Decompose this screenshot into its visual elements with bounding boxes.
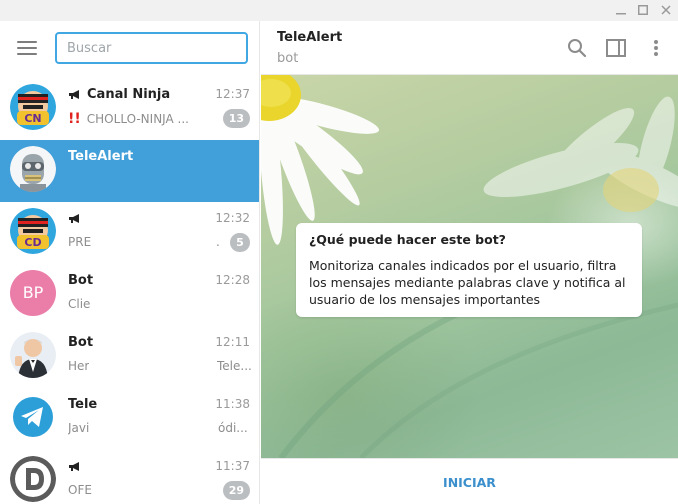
chat-preview: Javi [68,421,90,435]
chat-item-channel-d[interactable]: 11:37 OFE 29 [0,450,259,504]
more-options-icon[interactable] [645,37,667,59]
unread-badge: 5 [230,233,250,252]
megaphone-icon [69,90,79,99]
chat-time: 12:37 [215,87,250,101]
chat-time: 12:11 [215,335,250,349]
chat-name: Bot [68,335,94,350]
search-input[interactable] [55,32,248,64]
telegram-icon [10,394,56,440]
side-panel-icon[interactable] [605,37,627,59]
chat-item-telealert[interactable]: TeleAlert [0,140,259,202]
chat-item-bot-butler[interactable]: Bot 12:11 Her Tele... [0,326,259,388]
search-icon[interactable] [566,37,588,59]
svg-text:CD: CD [24,236,41,249]
chat-preview-end: ódi... [218,421,248,435]
chat-name: Tele [68,397,98,412]
chat-preview-end: Tele... [217,359,252,373]
chat-preview: Her [68,359,90,373]
chat-item-canal-ninja[interactable]: CN Canal Ninja 12:37 !! CHOLLO-NINJA ... … [0,78,259,140]
avatar [10,456,56,502]
chat-name: TeleAlert [68,149,134,164]
chat-panel: TeleAlert bot ¿Qué puede hacer este bot?… [261,21,678,504]
megaphone-icon [69,214,79,223]
chat-preview-end: . [216,235,220,249]
avatar [10,146,56,192]
bottom-bar: INICIAR [261,458,678,504]
megaphone-icon [69,462,79,471]
chat-name [68,211,87,226]
chat-item-channel-cd[interactable]: CD 12:32 PRE . 5 [0,202,259,264]
chat-list: CN Canal Ninja 12:37 !! CHOLLO-NINJA ... … [0,78,259,504]
chat-background: ¿Qué puede hacer este bot? Monitoriza ca… [261,75,678,458]
sidebar-header [0,21,259,78]
chat-preview: OFE [68,483,92,497]
maximize-icon[interactable] [632,0,654,21]
chat-item-bot-bp[interactable]: BP Bot 12:28 Clie [0,264,259,326]
chat-title[interactable]: TeleAlert [277,30,342,45]
chat-preview: PRE [68,235,92,249]
avatar: CD [10,208,56,254]
close-icon[interactable] [655,0,677,21]
unread-badge: 13 [222,109,250,128]
chat-time: 11:38 [215,397,250,411]
menu-icon[interactable] [17,41,37,55]
chat-name: Bot [68,273,94,288]
chat-time: 12:28 [215,273,250,287]
chat-header: TeleAlert bot [261,21,678,75]
bot-info-card: ¿Qué puede hacer este bot? Monitoriza ca… [296,223,642,317]
unread-badge: 29 [222,481,250,500]
chat-preview: Clie [68,297,91,311]
svg-text:CN: CN [24,112,41,125]
avatar: CN [10,84,56,130]
warning-icon: !! [68,111,81,127]
avatar: BP [10,270,56,316]
chat-time: 12:32 [215,211,250,225]
minimize-icon[interactable] [610,0,632,21]
bot-info-description: Monitoriza canales indicados por el usua… [309,258,626,307]
chat-name: Canal Ninja [68,87,170,102]
bot-info-title: ¿Qué puede hacer este bot? [309,232,506,247]
start-button[interactable]: INICIAR [261,459,678,504]
chat-item-telegram[interactable]: Tele 11:38 Javi ódi... [0,388,259,450]
avatar [10,332,56,378]
chat-status: bot [277,51,299,66]
avatar [10,394,56,440]
chat-preview: !! CHOLLO-NINJA ... [68,111,189,127]
sidebar: CN Canal Ninja 12:37 !!CHOLLO-NINJA ... … [0,21,260,504]
chat-time: 11:37 [215,459,250,473]
chat-name [68,459,87,474]
window-titlebar [0,0,678,21]
